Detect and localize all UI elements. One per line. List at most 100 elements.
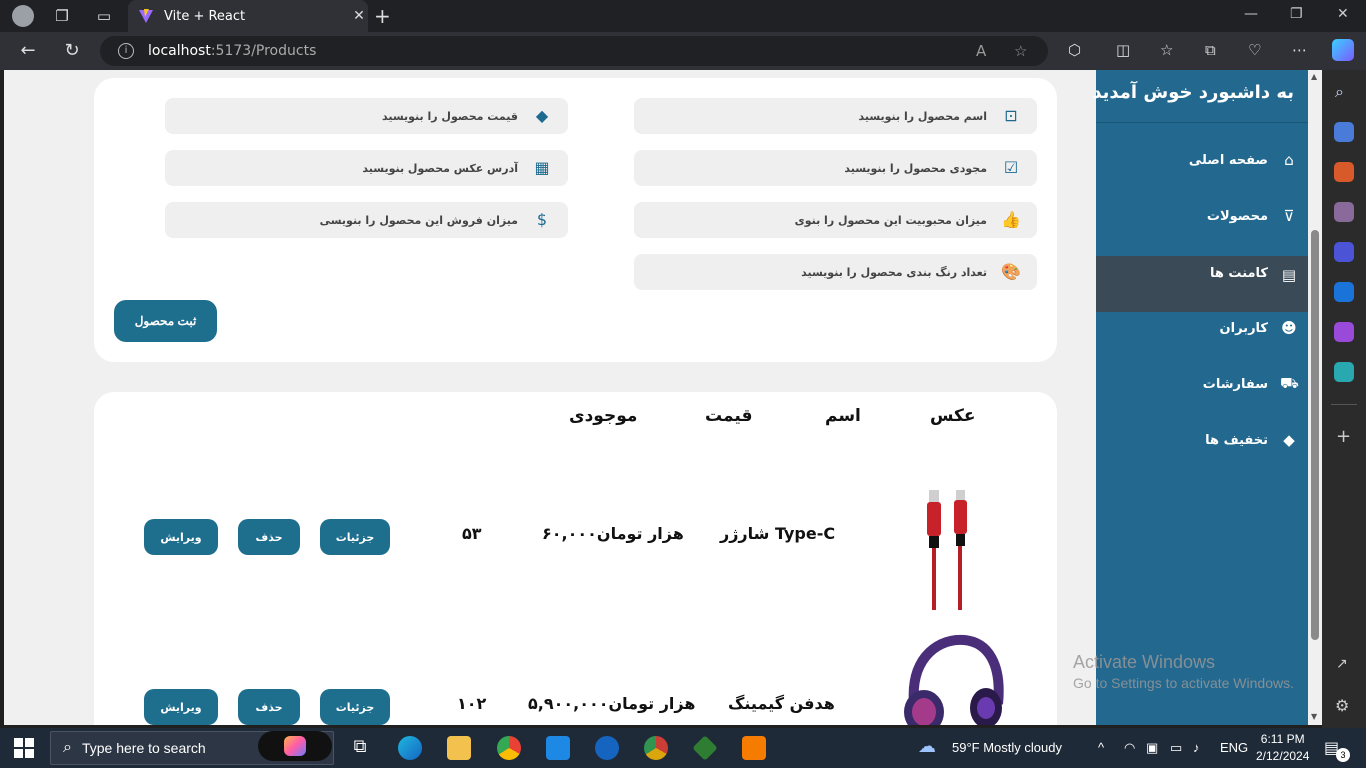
- restore-icon[interactable]: ❐: [1290, 6, 1303, 22]
- games-icon[interactable]: [1334, 202, 1354, 222]
- sidebar-item-discounts[interactable]: تخفیف ها ◆: [1096, 412, 1308, 468]
- chrome-profile-icon[interactable]: [644, 736, 668, 760]
- basket-icon: ⊽: [1283, 207, 1295, 225]
- favorites-icon[interactable]: ☆: [1160, 41, 1173, 59]
- split-screen-icon[interactable]: ◫: [1116, 41, 1130, 59]
- delete-button[interactable]: حذف: [238, 689, 300, 725]
- row-stock: ۱۰۲: [457, 694, 487, 713]
- header-stock: موجودی: [569, 406, 638, 426]
- outlook-icon[interactable]: [1334, 282, 1354, 302]
- dashboard-sidebar: به داشبورد خوش آمدید صفحه اصلی ⌂ محصولات…: [1092, 70, 1308, 725]
- search-icon[interactable]: ⌕: [1335, 82, 1344, 102]
- task-view-icon[interactable]: ⧉: [348, 736, 372, 760]
- sales-file-icon: $: [536, 210, 548, 229]
- image-map-icon: ▦: [534, 158, 550, 177]
- product-colors-field[interactable]: تعداد رنگ بندی محصول را بنویسید 🎨: [634, 254, 1037, 290]
- copilot-icon[interactable]: [1332, 39, 1354, 61]
- product-sales-field[interactable]: میزان فروش این محصول را بنویسی $: [165, 202, 568, 238]
- external-link-icon[interactable]: ↗: [1336, 656, 1348, 672]
- url-host: localhost: [148, 43, 211, 59]
- sidebar-item-label: محصولات: [1206, 208, 1268, 224]
- scroll-up-icon[interactable]: ▲: [1311, 72, 1317, 81]
- stock-clipboard-icon: ☑: [1003, 158, 1019, 177]
- sidebar-divider: [1331, 404, 1357, 405]
- new-tab-icon[interactable]: +: [374, 4, 391, 28]
- chrome-icon[interactable]: [497, 736, 521, 760]
- shopping-tag-icon[interactable]: [1334, 122, 1354, 142]
- clock-time: 6:11 PM: [1260, 732, 1305, 746]
- header-image: عکس: [930, 406, 976, 426]
- microsoft365-icon[interactable]: [1334, 242, 1354, 262]
- product-image-field[interactable]: آدرس عکس محصول بنویسید ▦: [165, 150, 568, 186]
- collections-icon[interactable]: ⧉: [1205, 41, 1216, 59]
- scroll-down-icon[interactable]: ▼: [1311, 712, 1317, 721]
- search-icon: ⌕: [63, 739, 72, 756]
- designer-icon[interactable]: [1334, 322, 1354, 342]
- close-window-icon[interactable]: ✕: [1337, 6, 1349, 22]
- copilot-taskbar-icon[interactable]: [258, 731, 332, 761]
- product-price-placeholder: قیمت محصول را بنویسید: [381, 109, 518, 123]
- drop-icon[interactable]: [1334, 362, 1354, 382]
- sidebar-item-orders[interactable]: سفارشات ⛟: [1096, 356, 1308, 412]
- add-icon[interactable]: +: [1336, 426, 1351, 447]
- xampp-icon[interactable]: [742, 736, 766, 760]
- language-indicator[interactable]: ENG: [1220, 740, 1248, 755]
- windows-start-icon[interactable]: [14, 738, 34, 758]
- home-icon: ⌂: [1284, 151, 1294, 169]
- close-tab-icon[interactable]: ✕: [350, 8, 368, 24]
- edge-app-icon[interactable]: [398, 736, 422, 760]
- minimize-icon[interactable]: —: [1244, 6, 1258, 22]
- search-placeholder: Type here to search: [81, 740, 206, 756]
- sidebar-item-users[interactable]: کاربران ☻: [1096, 300, 1308, 356]
- weather-text[interactable]: 59°F Mostly cloudy: [952, 740, 1062, 755]
- details-button[interactable]: جزئیات: [320, 689, 390, 725]
- chevron-up-icon[interactable]: ^: [1098, 740, 1104, 755]
- reload-icon[interactable]: ↻: [61, 40, 83, 61]
- scroll-thumb[interactable]: [1311, 230, 1319, 640]
- product-stock-field[interactable]: مجودی محصول را بنویسید ☑: [634, 150, 1037, 186]
- sidebar-item-label: صفحه اصلی: [1188, 152, 1268, 168]
- address-bar[interactable]: i localhost:5173/Products A ☆: [100, 36, 1048, 66]
- page-scrollbar[interactable]: ▲ ▼: [1308, 70, 1322, 725]
- read-aloud-icon[interactable]: A: [976, 42, 986, 60]
- sidebar-item-label: سفارشات: [1202, 376, 1268, 392]
- product-price-field[interactable]: قیمت محصول را بنویسید ◆: [165, 98, 568, 134]
- product-name-field[interactable]: اسم محصول را بنویسید ⊡: [634, 98, 1037, 134]
- details-button[interactable]: جزئیات: [320, 519, 390, 555]
- submit-product-button[interactable]: ثبت محصول: [114, 300, 217, 342]
- profile-avatar-icon[interactable]: [12, 5, 34, 27]
- tab-actions-icon[interactable]: ▭: [94, 6, 114, 26]
- delete-button[interactable]: حذف: [238, 519, 300, 555]
- tab-active[interactable]: Vite + React ✕: [128, 0, 368, 32]
- add-product-form: اسم محصول را بنویسید ⊡ قیمت محصول را بنو…: [94, 78, 1057, 362]
- tools-icon[interactable]: [1334, 162, 1354, 182]
- gaming-headphone-image: [904, 634, 1004, 725]
- back-icon[interactable]: ←: [17, 40, 39, 61]
- users-icon: ☻: [1281, 319, 1297, 337]
- sidebar-item-home[interactable]: صفحه اصلی ⌂: [1096, 132, 1308, 188]
- volume-icon[interactable]: ♪: [1193, 740, 1200, 755]
- workspaces-icon[interactable]: ❐: [52, 6, 72, 26]
- security-icon[interactable]: ▣: [1146, 740, 1158, 756]
- vscode-icon[interactable]: [546, 736, 570, 760]
- edit-button[interactable]: ویرایش: [144, 519, 218, 555]
- edit-button[interactable]: ویرایش: [144, 689, 218, 725]
- clock[interactable]: 6:11 PM 2/12/2024: [1256, 731, 1309, 765]
- favorite-star-icon[interactable]: ☆: [1014, 42, 1027, 60]
- extensions-icon[interactable]: ⬡: [1068, 41, 1081, 59]
- file-explorer-icon[interactable]: [447, 736, 471, 760]
- check-app-icon[interactable]: [595, 736, 619, 760]
- browser-essentials-icon[interactable]: ♡: [1248, 41, 1261, 59]
- sidebar-item-products[interactable]: محصولات ⊽: [1096, 188, 1308, 244]
- battery-icon[interactable]: ▭: [1170, 740, 1182, 756]
- wifi-icon[interactable]: ◠: [1124, 740, 1135, 756]
- git-app-icon[interactable]: [692, 735, 718, 761]
- sidebar-title: به داشبورد خوش آمدید: [1092, 82, 1294, 103]
- more-menu-icon[interactable]: ⋯: [1292, 41, 1307, 59]
- product-popularity-field[interactable]: میزان محبوبیت این محصول را بنوی 👍: [634, 202, 1037, 238]
- browser-titlebar: ❐ ▭ Vite + React ✕ + — ❐ ✕: [0, 0, 1366, 32]
- site-info-icon[interactable]: i: [118, 43, 134, 59]
- sidebar-item-label: تخفیف ها: [1205, 432, 1268, 448]
- notification-count-badge: 3: [1336, 748, 1350, 762]
- settings-gear-icon[interactable]: ⚙: [1335, 696, 1349, 715]
